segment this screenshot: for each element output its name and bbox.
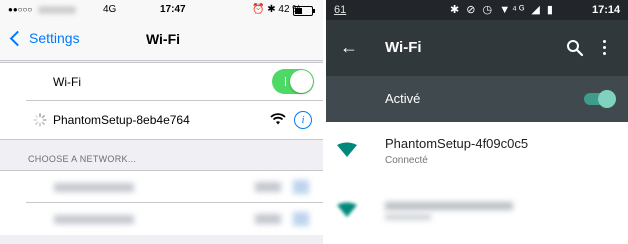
page-title: Wi-Fi [385, 39, 422, 56]
wifi-toggle-row: Wi-Fi [0, 63, 326, 101]
network-list [0, 170, 326, 235]
search-icon[interactable] [566, 39, 584, 57]
ios-wifi-screen: ●●○○○ 4G 17:47 ⏰ ✱ 42 % Settings Wi-Fi W… [0, 0, 326, 244]
battery-fill [295, 8, 302, 14]
bluetooth-icon: ✱ [267, 4, 276, 15]
more-options-icon[interactable] [601, 38, 607, 58]
list-item[interactable] [0, 171, 326, 203]
wifi-toggle[interactable] [272, 69, 314, 94]
network-status: Connecté [385, 155, 428, 166]
status-time: 17:14 [592, 4, 621, 16]
list-item[interactable] [0, 203, 326, 235]
connected-network-row[interactable]: PhantomSetup-8eb4e764 i [0, 101, 326, 139]
wifi-switch-label: Activé [385, 91, 421, 106]
wifi-label: Wi-Fi [53, 75, 81, 89]
loading-spinner-icon [33, 113, 47, 127]
wifi-switch-bar: Activé [326, 76, 628, 122]
page-title: Wi-Fi [145, 31, 181, 47]
back-arrow-icon[interactable]: ← [340, 37, 358, 58]
network-list-item[interactable] [326, 182, 628, 242]
network-type: 4G [103, 4, 117, 15]
network-name: PhantomSetup-4f09c0c5 [385, 136, 529, 151]
signal-dots: ●●○○○ [8, 5, 33, 14]
wifi-signal-icon [337, 202, 357, 217]
wifi-signal-icon [337, 142, 357, 157]
android-status-bar: 61 ✱ ⊘ ◷ ▼⁴ᴳ ◢ ▮ 17:14 [326, 0, 628, 20]
wifi-signal-icon [270, 113, 286, 125]
alarm-icon: ⏰ [252, 4, 265, 15]
section-header: CHOOSE A NETWORK... [28, 154, 137, 164]
notification-count: 61 [334, 4, 347, 16]
network-name-blurred [385, 202, 513, 210]
status-icons: ✱ ⊘ ◷ ▼⁴ᴳ ◢ ▮ [450, 4, 555, 16]
connected-network-name: PhantomSetup-8eb4e764 [53, 113, 190, 127]
info-icon[interactable]: i [294, 111, 312, 129]
carrier-name-blurred [38, 6, 76, 14]
status-time: 17:47 [160, 4, 186, 15]
ios-navigation-bar: Settings Wi-Fi [0, 20, 326, 61]
ios-status-bar: ●●○○○ 4G 17:47 ⏰ ✱ 42 % [0, 0, 326, 20]
android-wifi-screen: 61 ✱ ⊘ ◷ ▼⁴ᴳ ◢ ▮ 17:14 ← Wi-Fi Activé Ph… [326, 0, 628, 244]
network-status-blurred [385, 214, 431, 220]
battery-icon [293, 6, 315, 16]
wifi-switch[interactable] [584, 90, 616, 108]
wifi-settings-group: Wi-Fi PhantomSetup-8eb4e764 i [0, 62, 326, 140]
android-toolbar: ← Wi-Fi [326, 20, 628, 76]
network-list-item[interactable]: PhantomSetup-4f09c0c5 Connecté [326, 122, 628, 182]
